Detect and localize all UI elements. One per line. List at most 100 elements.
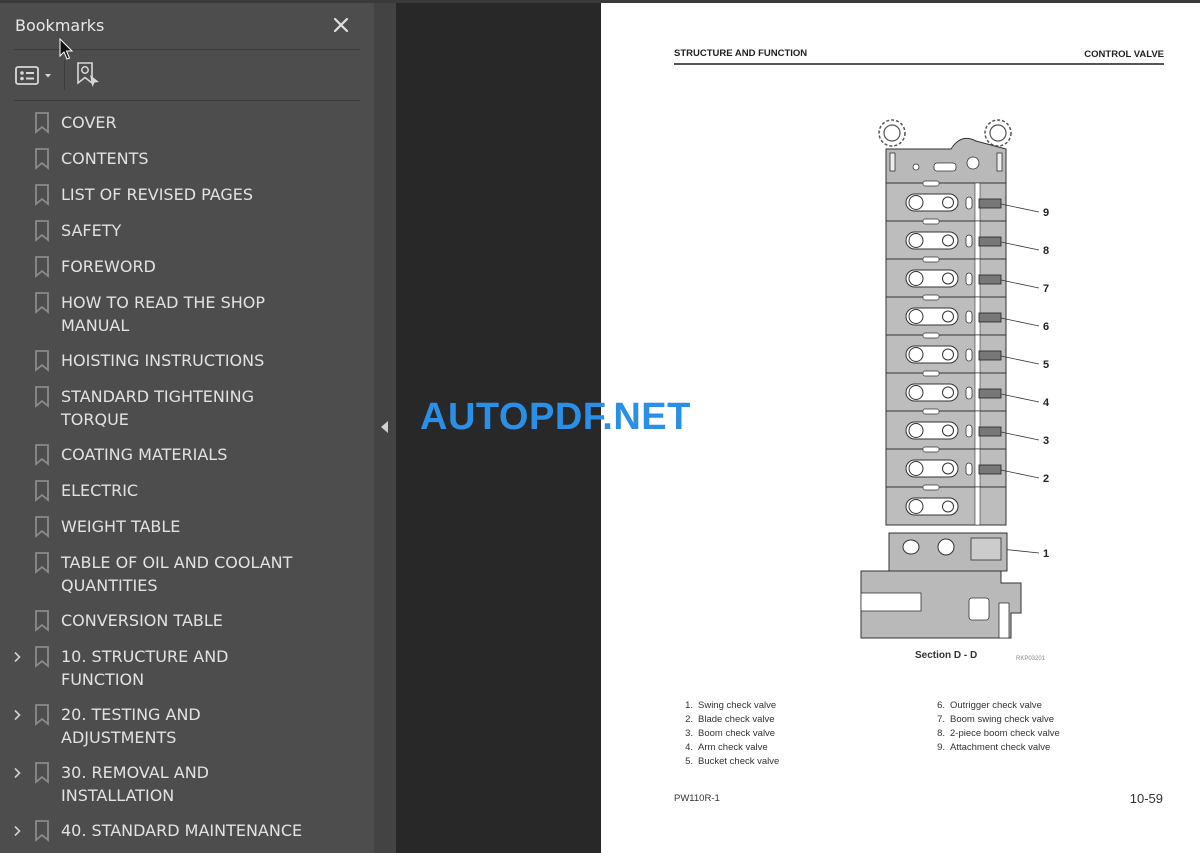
bookmark-icon — [34, 820, 50, 846]
bookmark-label: ELECTRIC — [61, 481, 139, 500]
options-menu-button[interactable] — [14, 64, 56, 88]
bookmark-icon — [34, 444, 50, 470]
bookmark-item[interactable]: TABLE OF OIL AND COOLANT QUANTITIES — [0, 545, 374, 603]
panel-splitter[interactable] — [374, 3, 396, 853]
bookmark-icon — [34, 256, 50, 282]
valve-section — [885, 180, 1007, 222]
bookmark-icon — [34, 552, 50, 578]
bookmark-item[interactable]: 40. STANDARD MAINTENANCE — [0, 813, 374, 849]
find-current-bookmark-icon — [77, 62, 99, 87]
legend-item: 7. Boom swing check valve — [931, 713, 1060, 727]
bookmark-item[interactable]: 20. TESTING AND ADJUSTMENTS — [0, 697, 374, 755]
valve-section — [885, 446, 1007, 488]
collapse-left-icon[interactable] — [378, 419, 392, 435]
bookmark-label: SAFETY — [61, 221, 122, 240]
bookmark-item[interactable]: HOW TO READ THE SHOP MANUAL — [0, 285, 374, 343]
callout-number: 8 — [1043, 245, 1049, 257]
bookmark-icon — [34, 112, 50, 138]
legend-item: 6. Outrigger check valve — [931, 699, 1060, 713]
callout-number: 2 — [1043, 473, 1049, 485]
bookmark-item[interactable]: HOISTING INSTRUCTIONS — [0, 343, 374, 379]
legend-text: Attachment check valve — [950, 742, 1051, 753]
page-header-section: STRUCTURE AND FUNCTION — [674, 48, 808, 59]
bookmark-item[interactable]: SAFETY — [0, 213, 374, 249]
bookmark-icon — [34, 184, 50, 210]
legend-number: 3. — [685, 728, 693, 739]
callout-leader — [1000, 393, 1040, 403]
callout-leader — [1000, 355, 1040, 365]
page-header-topic: CONTROL VALVE — [1084, 49, 1164, 60]
bookmark-tree: COVER CONTENTS LIST OF REVISED PAGES SAFETY… — [0, 105, 374, 849]
bookmark-label: HOW TO READ THE SHOP MANUAL — [61, 293, 265, 335]
bookmark-item[interactable]: COATING MATERIALS — [0, 437, 374, 473]
legend-text: Arm check valve — [698, 742, 768, 753]
chevron-right-icon[interactable] — [0, 813, 34, 849]
chevron-right-icon[interactable] — [0, 755, 34, 791]
callout-number: 9 — [1043, 207, 1049, 219]
callout-leader — [1000, 279, 1040, 289]
callout-number: 4 — [1043, 397, 1050, 409]
find-current-bookmark-button[interactable] — [75, 60, 103, 90]
callout-leader — [1000, 469, 1040, 479]
bookmark-item[interactable]: COVER — [0, 105, 374, 141]
bookmark-icon — [34, 516, 50, 542]
figure-code: RKP03201 — [1016, 656, 1046, 662]
callout-number: 3 — [1043, 435, 1049, 447]
bookmark-icon — [34, 762, 50, 788]
bookmark-item[interactable]: STANDARD TIGHTENING TORQUE — [0, 379, 374, 437]
legend-text: 2-piece boom check valve — [950, 728, 1060, 739]
list-options-icon — [15, 66, 51, 85]
close-icon[interactable] — [330, 14, 352, 36]
callout-leader — [1000, 203, 1040, 213]
caret-down-icon — [45, 74, 51, 78]
legend-text: Swing check valve — [698, 700, 777, 711]
valve-diagram: 9 8 7 6 5 4 3 2 1 — [860, 119, 1050, 639]
legend-item: 5. Bucket check valve — [679, 755, 779, 769]
legend-item: 4. Arm check valve — [679, 741, 779, 755]
bookmark-item[interactable]: ELECTRIC — [0, 473, 374, 509]
figure-caption: Section D - D — [915, 650, 978, 661]
legend-number: 7. — [937, 714, 945, 725]
legend-item: 3. Boom check valve — [679, 727, 779, 741]
bookmark-item[interactable]: LIST OF REVISED PAGES — [0, 177, 374, 213]
chevron-right-icon[interactable] — [0, 697, 34, 733]
bookmark-item[interactable]: CONVERSION TABLE — [0, 603, 374, 639]
callout-number: 1 — [1043, 548, 1049, 560]
bookmark-item[interactable]: 10. STRUCTURE AND FUNCTION — [0, 639, 374, 697]
legend-item: 8. 2-piece boom check valve — [931, 727, 1060, 741]
bookmark-label: CONVERSION TABLE — [61, 611, 223, 630]
legend-text: Boom swing check valve — [950, 714, 1055, 725]
legend-text: Blade check valve — [698, 714, 775, 725]
header-rule — [674, 63, 1164, 65]
bookmarks-panel: Bookmarks COVER CONTENTS LIST OF REVISED… — [0, 3, 374, 853]
bookmark-label: 30. REMOVAL AND INSTALLATION — [61, 763, 209, 805]
legend-number: 1. — [685, 700, 693, 711]
bookmark-item[interactable]: WEIGHT TABLE — [0, 509, 374, 545]
legend-number: 6. — [937, 700, 945, 711]
legend-item: 9. Attachment check valve — [931, 741, 1060, 755]
bookmark-label: CONTENTS — [61, 149, 149, 168]
legend-item: 1. Swing check valve — [679, 699, 779, 713]
bookmark-label: COVER — [61, 113, 117, 132]
bookmark-item[interactable]: 30. REMOVAL AND INSTALLATION — [0, 755, 374, 813]
bookmark-label: STANDARD TIGHTENING TORQUE — [61, 387, 254, 429]
legend-text: Bucket check valve — [698, 756, 780, 767]
bookmark-item[interactable]: FOREWORD — [0, 249, 374, 285]
bookmark-label: TABLE OF OIL AND COOLANT QUANTITIES — [61, 553, 293, 595]
valve-section — [885, 294, 1007, 336]
chevron-right-icon[interactable] — [0, 639, 34, 675]
bookmark-item[interactable]: CONTENTS — [0, 141, 374, 177]
pdf-page: STRUCTURE AND FUNCTION CONTROL VALVE 9 8 7… — [601, 3, 1200, 853]
page-number: 10-59 — [1129, 791, 1163, 806]
bookmark-label: FOREWORD — [61, 257, 156, 276]
valve-section — [885, 332, 1007, 374]
mouse-cursor-icon — [59, 38, 74, 60]
legend-text: Boom check valve — [698, 728, 776, 739]
